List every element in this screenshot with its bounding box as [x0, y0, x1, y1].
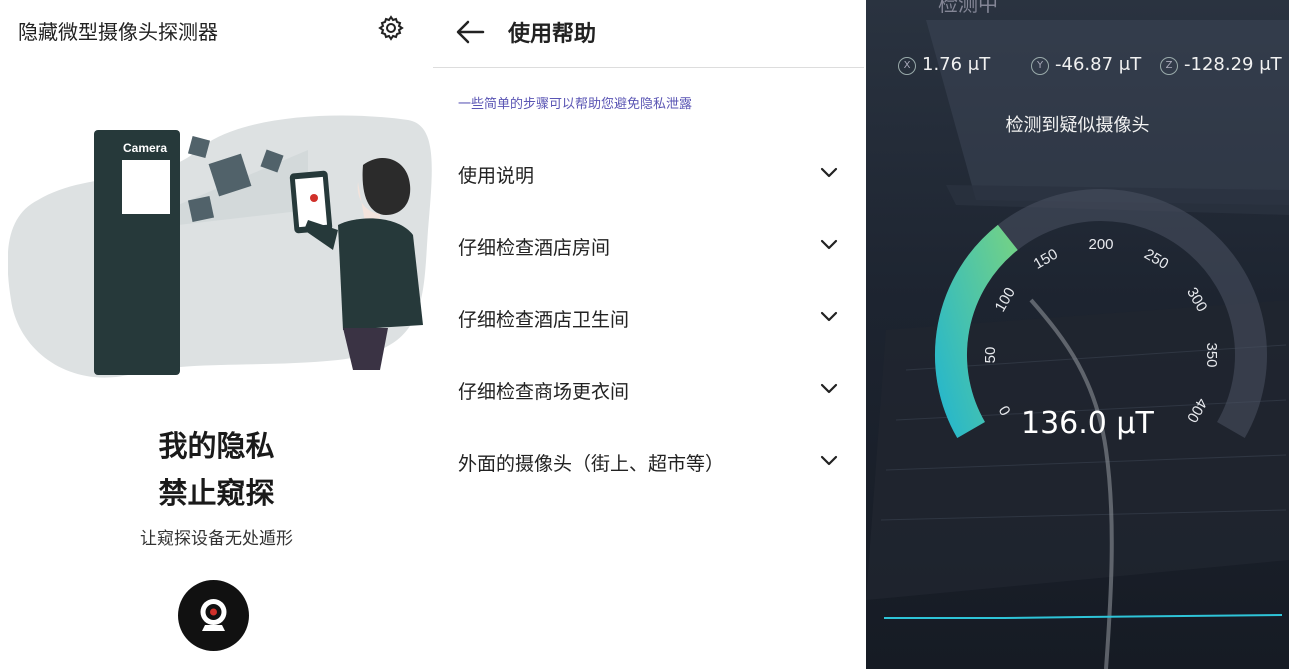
app-title: 隐藏微型摄像头探测器	[18, 20, 218, 44]
gauge-tick-label: 100	[992, 285, 1019, 315]
page-title: 使用帮助	[508, 22, 597, 47]
gauge-tick-label: 250	[1141, 246, 1171, 273]
home-screen: 隐藏微型摄像头探测器 Camera 我的隐私 禁止窥探 让窥探设备无处遁形	[0, 0, 433, 669]
field-reading: 136.0 μT	[1021, 406, 1154, 441]
detection-screen: 检测中 X 1.76 μT Y -46.87 μT Z -128.29 μT 检测到疑…	[866, 0, 1289, 669]
chevron-down-icon	[820, 167, 838, 178]
x-axis-reading: X 1.76 μT	[898, 54, 990, 75]
gauge-tick-label: 200	[1088, 236, 1113, 253]
z-axis-reading: Z -128.29 μT	[1160, 54, 1282, 75]
y-axis-value: -46.87 μT	[1055, 54, 1142, 75]
help-item-label: 外面的摄像头（街上、超市等）	[458, 453, 725, 475]
help-item-label: 仔细检查酒店房间	[458, 237, 611, 259]
chevron-down-icon	[820, 383, 838, 394]
help-item-label: 使用说明	[458, 165, 535, 187]
gauge-tick-label: 300	[1183, 285, 1210, 315]
help-screen: 使用帮助 一些简单的步骤可以帮助您避免隐私泄露 使用说明 仔细检查酒店房间 仔细…	[433, 0, 866, 669]
help-item-usage[interactable]: 使用说明	[433, 145, 863, 205]
gauge-tick-label: 400	[1183, 395, 1210, 425]
help-item-hotel-bathroom[interactable]: 仔细检查酒店卫生间	[433, 289, 863, 349]
gauge-fill	[935, 224, 1018, 438]
gauge-tick-label: 350	[1203, 342, 1220, 367]
slogan-line-2: 禁止窥探	[158, 476, 275, 510]
scan-button[interactable]	[178, 580, 249, 651]
chevron-down-icon	[820, 455, 838, 466]
chevron-down-icon	[820, 239, 838, 250]
z-axis-value: -128.29 μT	[1184, 54, 1282, 75]
help-intro: 一些简单的步骤可以帮助您避免隐私泄露	[458, 97, 693, 112]
help-item-outdoor-cameras[interactable]: 外面的摄像头（街上、超市等）	[433, 433, 863, 493]
x-axis-value: 1.76 μT	[922, 54, 991, 75]
help-item-hotel-room[interactable]: 仔细检查酒店房间	[433, 217, 863, 277]
status-title: 检测中	[938, 0, 998, 16]
header-divider	[433, 67, 864, 68]
z-axis-icon: Z	[1160, 57, 1178, 75]
chevron-down-icon	[820, 311, 838, 322]
y-axis-reading: Y -46.87 μT	[1031, 54, 1141, 75]
help-item-fitting-room[interactable]: 仔细检查商场更衣间	[433, 361, 863, 421]
illustration-camera-text: Camera	[123, 141, 167, 155]
signal-waveform	[884, 614, 1282, 619]
gauge-tick-label: 50	[982, 347, 999, 364]
privacy-illustration: Camera	[8, 115, 432, 378]
gauge-tick-label: 150	[1031, 246, 1061, 273]
x-axis-icon: X	[898, 57, 916, 75]
arrow-left-icon[interactable]	[455, 18, 485, 46]
gear-icon[interactable]	[377, 14, 405, 42]
slogan-line-1: 我的隐私	[158, 429, 275, 463]
detection-message: 检测到疑似摄像头	[1005, 115, 1150, 136]
subtitle: 让窥探设备无处遁形	[140, 529, 293, 549]
y-axis-icon: Y	[1031, 57, 1049, 75]
help-item-label: 仔细检查商场更衣间	[458, 381, 630, 403]
webcam-icon	[200, 599, 227, 631]
gauge-tick-label: 0	[996, 402, 1015, 418]
help-item-label: 仔细检查酒店卫生间	[458, 309, 630, 331]
